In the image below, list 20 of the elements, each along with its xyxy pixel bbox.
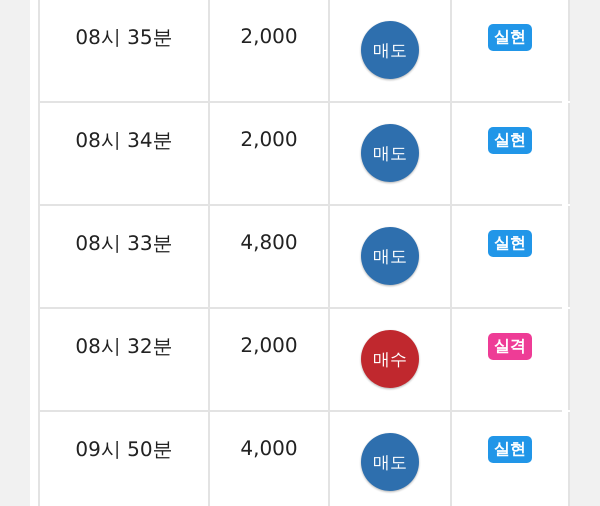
side-badge: 매도 — [361, 21, 419, 79]
amount-text: 2,000 — [240, 24, 298, 48]
time-text: 08시 32분 — [75, 333, 173, 360]
side-badge: 매수 — [361, 330, 419, 388]
time-text: 08시 34분 — [75, 127, 173, 154]
amount-text: 2,000 — [240, 127, 298, 151]
time-text: 08시 35분 — [75, 24, 173, 51]
amount-text: 2,000 — [240, 333, 298, 357]
result-badge: 실현 — [488, 230, 532, 257]
result-badge: 실현 — [488, 24, 532, 51]
side-badge: 매도 — [361, 124, 419, 182]
amount-text: 4,800 — [240, 230, 298, 254]
side-badge: 매도 — [361, 433, 419, 491]
time-text: 09시 50분 — [75, 436, 173, 463]
result-badge: 실현 — [488, 436, 532, 463]
result-badge: 실격 — [488, 333, 532, 360]
time-text: 08시 33분 — [75, 230, 173, 257]
result-badge: 실현 — [488, 127, 532, 154]
side-badge: 매도 — [361, 227, 419, 285]
amount-text: 4,000 — [240, 436, 298, 460]
